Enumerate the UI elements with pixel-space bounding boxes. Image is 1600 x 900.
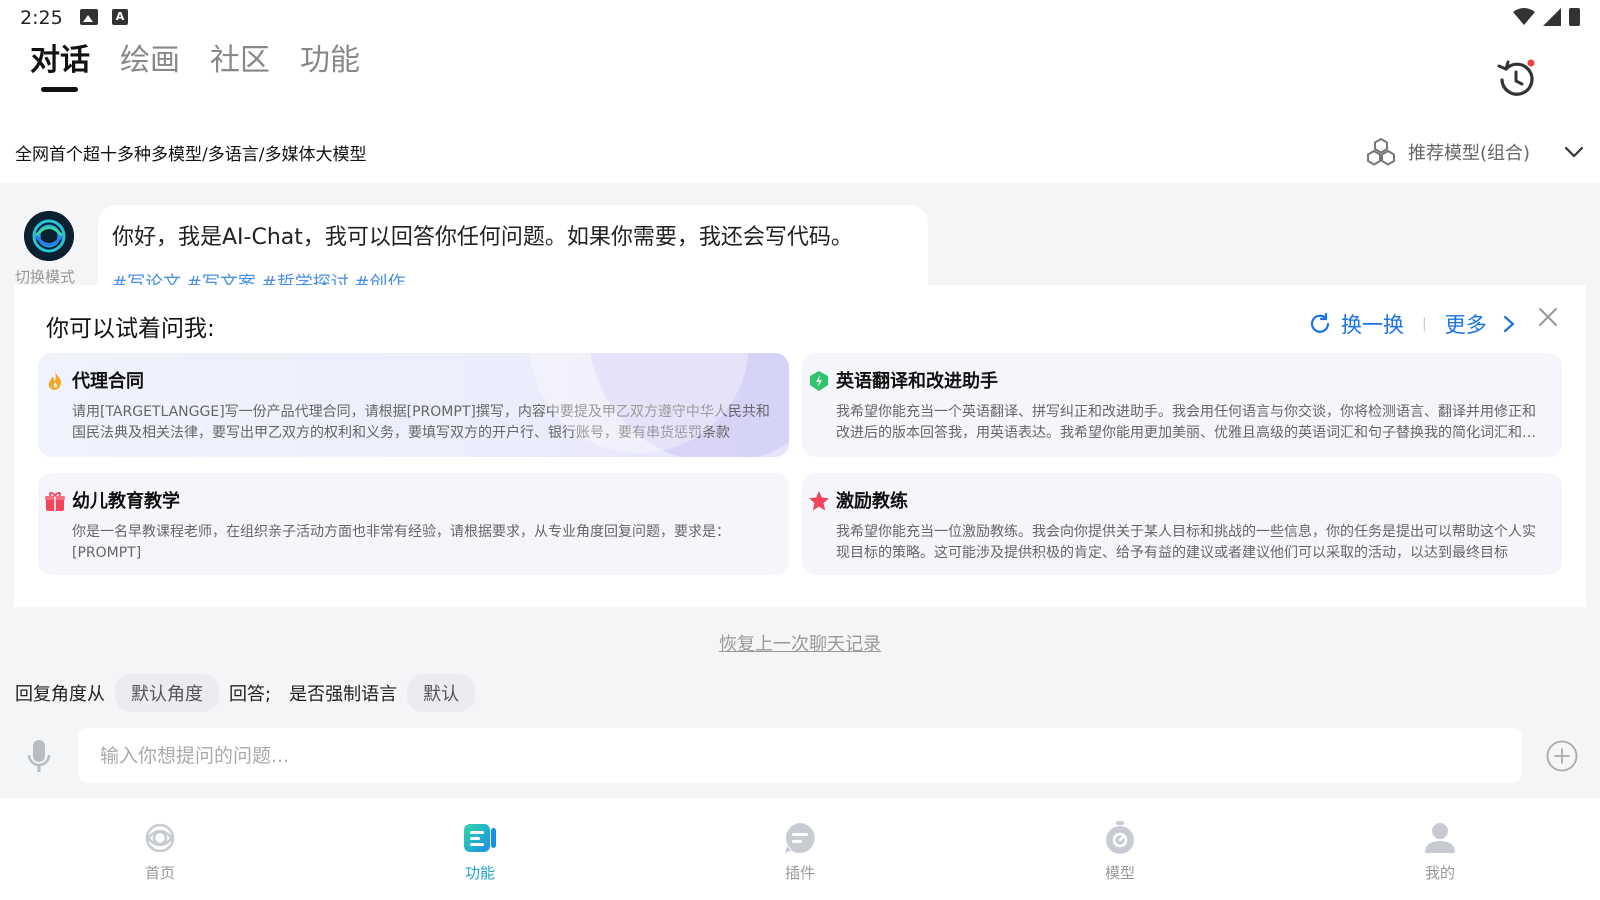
- lightning-icon: [810, 371, 828, 391]
- input-row: [0, 728, 1600, 798]
- suggestion-card-contract[interactable]: 代理合同 请用[TARGETLANGGE]写一份产品代理合同，请根据[PROMP…: [38, 353, 789, 457]
- angle-middle-label: 回答;: [229, 684, 272, 705]
- close-icon[interactable]: [1538, 307, 1558, 327]
- card-title: 幼儿教育教学: [72, 491, 180, 512]
- restore-chat-link[interactable]: 恢复上一次聊天记录: [0, 630, 1600, 656]
- microphone-icon[interactable]: [26, 738, 52, 774]
- history-icon[interactable]: [1494, 58, 1538, 102]
- lang-prefix-label: 是否强制语言: [289, 684, 398, 705]
- card-desc: 你是一名早教课程老师，在组织亲子活动方面也非常有经验，请根据要求，从专业角度回复…: [72, 524, 730, 561]
- switch-mode-label[interactable]: 切换模式: [15, 266, 75, 287]
- question-input[interactable]: [78, 728, 1522, 783]
- cubes-icon: [1367, 138, 1395, 166]
- nav-label: 功能: [464, 864, 495, 882]
- suggestion-card-translate[interactable]: 英语翻译和改进助手 我希望你能充当一个英语翻译、拼写纠正和改进助手。我会用任何语…: [802, 353, 1562, 457]
- nav-functions[interactable]: 功能: [320, 798, 640, 900]
- card-title: 代理合同: [72, 371, 144, 392]
- action-separator: |: [1422, 316, 1427, 332]
- home-logo-icon: [145, 823, 175, 853]
- function-icon: [464, 824, 496, 852]
- nav-home[interactable]: 首页: [0, 798, 320, 900]
- keyboard-notification-icon: A: [112, 9, 128, 25]
- tab-features[interactable]: 功能: [300, 40, 360, 92]
- status-time: 2:25: [20, 7, 63, 29]
- profile-icon: [1425, 823, 1455, 853]
- status-bar: 2:25 A: [0, 0, 1600, 34]
- ai-avatar[interactable]: [24, 211, 74, 261]
- image-notification-icon: [80, 9, 98, 25]
- more-button[interactable]: 更多: [1445, 309, 1487, 339]
- plugin-icon: [785, 823, 815, 853]
- signal-icon: [1543, 8, 1561, 26]
- model-label: 推荐模型(组合): [1408, 143, 1531, 164]
- chevron-down-icon: [1564, 146, 1584, 158]
- suggestion-title: 你可以试着问我:: [46, 316, 215, 342]
- suggestion-panel: 你可以试着问我: 换一换 | 更多 代理合同 请用[TARGETLANGGE]写…: [14, 285, 1586, 607]
- subtitle: 全网首个超十多种多模型/多语言/多媒体大模型: [15, 145, 367, 165]
- tab-community[interactable]: 社区: [210, 40, 270, 92]
- suggestion-actions: 换一换 | 更多: [1309, 309, 1515, 339]
- ai-message-bubble: 你好，我是AI-Chat，我可以回答你任何问题。如果你需要，我还会写代码。 #写…: [98, 205, 928, 287]
- angle-chip[interactable]: 默认角度: [115, 674, 219, 712]
- nav-models[interactable]: 模型: [960, 798, 1280, 900]
- status-icons-left: A: [80, 9, 128, 25]
- chevron-right-icon[interactable]: [1503, 315, 1515, 333]
- refresh-icon[interactable]: [1309, 313, 1331, 335]
- model-selector[interactable]: 推荐模型(组合): [1366, 137, 1584, 167]
- model-icon: [1106, 821, 1134, 854]
- ai-greeting-text: 你好，我是AI-Chat，我可以回答你任何问题。如果你需要，我还会写代码。: [112, 225, 853, 250]
- refresh-button[interactable]: 换一换: [1341, 309, 1404, 339]
- bottom-nav: 首页 功能 插件 模型 我的: [0, 798, 1600, 900]
- language-chip[interactable]: 默认: [407, 674, 476, 712]
- nav-label: 首页: [144, 864, 175, 882]
- ai-logo-icon: [24, 211, 74, 261]
- tab-drawing[interactable]: 绘画: [120, 40, 180, 92]
- card-desc: 我希望你能充当一位激励教练。我会向你提供关于某人目标和挑战的一些信息，你的任务是…: [836, 524, 1536, 561]
- card-desc: 请用[TARGETLANGGE]写一份产品代理合同，请根据[PROMPT]撰写，…: [72, 404, 770, 441]
- card-desc: 我希望你能充当一个英语翻译、拼写纠正和改进助手。我会用任何语言与你交谈，你将检测…: [836, 404, 1536, 441]
- flame-icon: [48, 372, 62, 390]
- nav-label: 我的: [1424, 864, 1455, 882]
- star-icon: [809, 491, 829, 511]
- nav-profile[interactable]: 我的: [1280, 798, 1600, 900]
- nav-label: 模型: [1104, 864, 1135, 882]
- top-tabs: 对话 绘画 社区 功能: [30, 40, 360, 92]
- status-icons-right: [1513, 8, 1580, 26]
- suggestion-card-kids-education[interactable]: 幼儿教育教学 你是一名早教课程老师，在组织亲子活动方面也非常有经验，请根据要求，…: [38, 473, 789, 575]
- wifi-icon: [1513, 8, 1535, 25]
- battery-icon: [1569, 8, 1580, 26]
- nav-plugins[interactable]: 插件: [640, 798, 960, 900]
- suggestion-card-coach[interactable]: 激励教练 我希望你能充当一位激励教练。我会向你提供关于某人目标和挑战的一些信息，…: [802, 473, 1562, 575]
- add-icon[interactable]: [1546, 740, 1578, 772]
- gift-icon: [45, 492, 65, 511]
- card-title: 激励教练: [836, 491, 908, 512]
- tab-chat[interactable]: 对话: [30, 40, 90, 92]
- nav-label: 插件: [784, 864, 815, 882]
- card-title: 英语翻译和改进助手: [836, 371, 998, 392]
- angle-prefix-label: 回复角度从: [15, 684, 105, 705]
- answer-settings-row: 回复角度从 默认角度 回答; 是否强制语言 默认: [15, 674, 485, 712]
